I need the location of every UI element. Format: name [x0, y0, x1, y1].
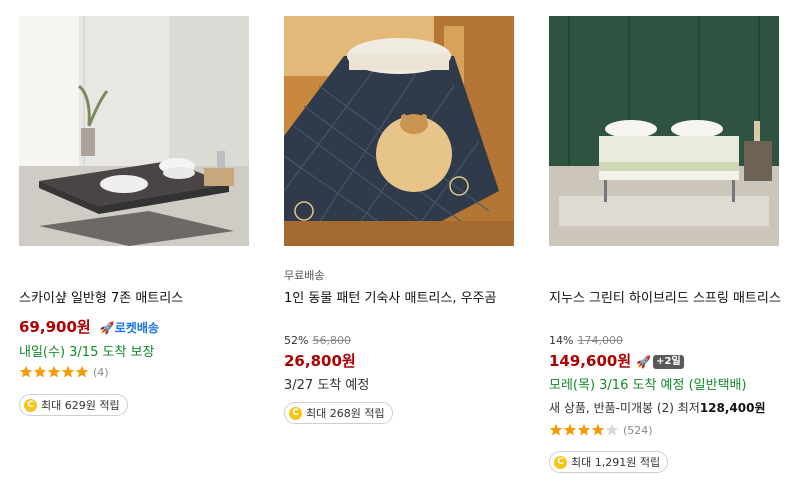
plus-days-badge: +2일 [653, 355, 684, 369]
rating: (524) [549, 423, 653, 437]
product-image-svg [19, 16, 249, 246]
free-shipping-badge: 무료배송 [284, 269, 325, 282]
reward-label: 최대 1,291원 적립 [571, 456, 661, 469]
discount-row: 14% 174,000 [549, 334, 623, 347]
discount-rate: 14% [549, 334, 574, 347]
product-title[interactable]: 스카이샾 일반형 7존 매트리스 [19, 289, 251, 308]
delivery-info: 3/27 도착 예정 [284, 378, 370, 393]
rocket-icon: 🚀 [636, 355, 652, 369]
review-count: (524) [623, 423, 653, 437]
reward-label: 최대 268원 적립 [306, 407, 385, 420]
reward-label: 최대 629원 적립 [41, 399, 120, 412]
other-sellers-price: 128,400원 [699, 401, 766, 415]
product-title[interactable]: 지누스 그린티 하이브리드 스프링 매트리스 [549, 289, 781, 308]
coin-icon: C [289, 406, 302, 420]
reward-badge: C 최대 1,291원 적립 [549, 451, 669, 473]
delivery-info: 모레(목) 3/16 도착 예정 (일반택배) [549, 378, 747, 393]
product-image[interactable] [284, 16, 514, 246]
review-count: (4) [93, 365, 109, 379]
rocket-delivery-badge: 🚀로켓배송 [100, 321, 159, 335]
rating: (4) [19, 365, 109, 379]
product-image[interactable] [19, 16, 249, 246]
product-image[interactable] [549, 16, 779, 246]
sale-price: 26,800원 [284, 352, 356, 370]
reward-badge: C 최대 629원 적립 [19, 394, 128, 416]
star-rating-icon [19, 365, 89, 378]
sale-price: 69,900원 [19, 318, 91, 336]
rocket-label: 로켓배송 [114, 321, 159, 335]
discount-row: 52% 56,800 [284, 334, 351, 347]
sale-price: 149,600원 [549, 352, 632, 370]
product-title[interactable]: 1인 동물 패턴 기숙사 매트리스, 우주곰 [284, 289, 516, 308]
price-row: 69,900원 🚀로켓배송 [19, 316, 159, 337]
original-price: 56,800 [312, 334, 351, 347]
rocket-icon: 🚀 [99, 321, 115, 335]
other-sellers-row[interactable]: 새 상품, 반품-미개봉 (2) 최저128,400원 [549, 399, 766, 416]
star-rating-icon [549, 423, 619, 436]
coin-icon: C [554, 455, 567, 469]
discount-rate: 52% [284, 334, 309, 347]
delivery-info: 내일(수) 3/15 도착 보장 [19, 345, 155, 360]
product-image-svg [549, 16, 779, 246]
original-price: 174,000 [577, 334, 623, 347]
other-sellers-text: 새 상품, 반품-미개봉 (2) 최저 [549, 401, 700, 415]
reward-badge: C 최대 268원 적립 [284, 402, 393, 424]
price-row: 149,600원 🚀 +2일 [549, 350, 684, 371]
product-image-svg [284, 16, 514, 246]
coin-icon: C [24, 398, 37, 412]
